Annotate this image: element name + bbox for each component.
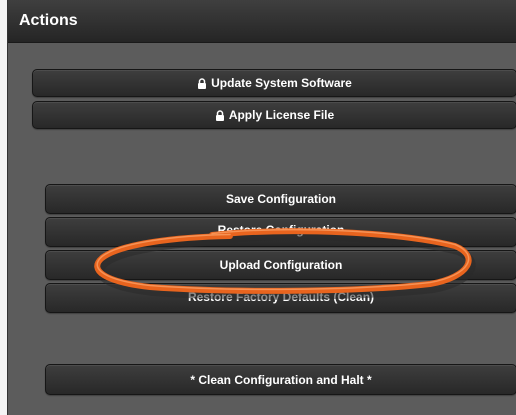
clean-configuration-and-halt-button[interactable]: * Clean Configuration and Halt * — [45, 364, 516, 395]
panel-header: Actions — [8, 0, 516, 43]
update-system-software-label: Update System Software — [211, 76, 352, 90]
lock-icon — [215, 109, 224, 121]
clean-configuration-and-halt-label: * Clean Configuration and Halt * — [190, 372, 372, 387]
apply-license-file-label: Apply License File — [228, 108, 335, 122]
apply-license-file-button[interactable]: Apply License File — [32, 101, 516, 129]
save-configuration-button[interactable]: Save Configuration — [45, 184, 516, 214]
restore-configuration-label: Restore Configuration — [217, 223, 345, 237]
save-configuration-label: Save Configuration — [225, 192, 336, 206]
upload-configuration-label: Upload Configuration — [219, 258, 343, 272]
update-system-software-button[interactable]: Update System Software — [32, 69, 516, 97]
restore-factory-defaults-label: Restore Factory Defaults (Clean) — [187, 290, 375, 304]
restore-configuration-button[interactable]: Restore Configuration — [45, 217, 516, 247]
actions-panel: Actions Update System Software Apply Lic… — [7, 0, 516, 415]
panel-title: Actions — [19, 12, 78, 29]
lock-icon — [198, 77, 207, 89]
upload-configuration-button[interactable]: Upload Configuration — [45, 250, 516, 280]
restore-factory-defaults-button[interactable]: Restore Factory Defaults (Clean) — [45, 283, 516, 313]
